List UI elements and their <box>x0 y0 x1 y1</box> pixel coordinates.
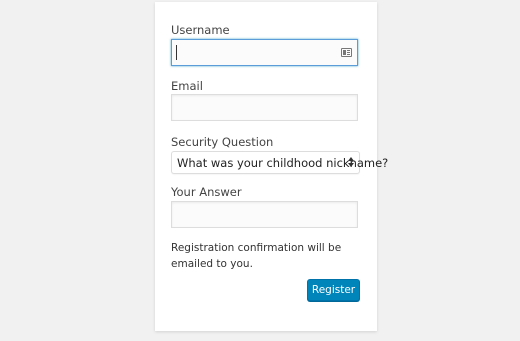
answer-input[interactable] <box>171 201 358 228</box>
contact-card-icon[interactable] <box>341 48 352 57</box>
register-button[interactable]: Register <box>307 279 360 301</box>
security-question-label: Security Question <box>171 135 274 149</box>
select-arrows-icon <box>348 156 355 169</box>
email-input[interactable] <box>171 94 358 121</box>
security-question-select[interactable]: What was your childhood nickname? <box>171 151 388 174</box>
text-cursor <box>176 45 177 60</box>
registration-form: Username Email Security Question What wa… <box>155 2 388 331</box>
security-question-value: What was your childhood nickname? <box>177 156 389 170</box>
email-label: Email <box>171 79 203 93</box>
answer-label: Your Answer <box>171 185 242 199</box>
username-label: Username <box>171 23 230 37</box>
username-input[interactable] <box>171 39 358 66</box>
registration-note: Registration confirmation will be emaile… <box>171 242 342 270</box>
